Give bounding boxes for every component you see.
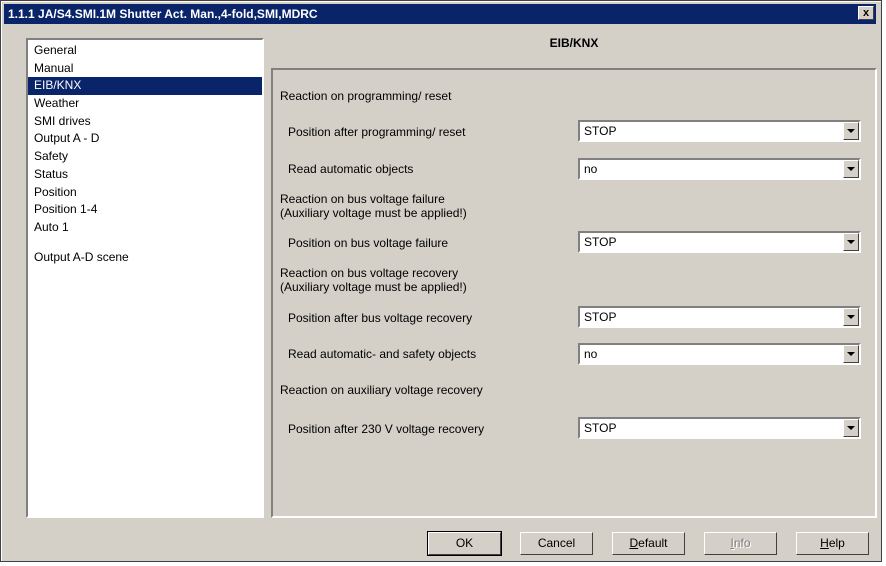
label-position-after-programming: Position after programming/ reset	[288, 125, 466, 139]
sidebar-item-weather[interactable]: Weather	[28, 95, 262, 113]
chevron-down-icon[interactable]	[843, 419, 859, 437]
select-value: no	[584, 347, 598, 361]
select-value: STOP	[584, 124, 617, 138]
section-heading-bus-failure: Reaction on bus voltage failure	[280, 192, 445, 206]
help-mnemonic: H	[820, 536, 829, 550]
label-position-bus-recovery: Position after bus voltage recovery	[288, 311, 473, 325]
info-button: Info	[704, 532, 777, 555]
label-position-bus-failure: Position on bus voltage failure	[288, 236, 449, 250]
parameter-tree: General Manual EIB/KNX Weather SMI drive…	[26, 38, 264, 518]
sidebar-item-safety[interactable]: Safety	[28, 148, 262, 166]
section-heading-aux-recovery: Reaction on auxiliary voltage recovery	[280, 383, 483, 397]
chevron-down-icon[interactable]	[843, 160, 859, 178]
page-title: EIB/KNX	[549, 36, 599, 50]
section-note-bus-failure: (Auxiliary voltage must be applied!)	[280, 206, 467, 220]
sidebar-item-position[interactable]: Position	[28, 184, 262, 202]
section-note-bus-recovery: (Auxiliary voltage must be applied!)	[280, 280, 467, 294]
chevron-down-icon[interactable]	[843, 122, 859, 140]
sidebar-item-general[interactable]: General	[28, 42, 262, 60]
select-value: STOP	[584, 310, 617, 324]
sidebar-item-output-a-d-scene[interactable]: Output A-D scene	[28, 249, 262, 267]
sidebar-item-eib-knx[interactable]: EIB/KNX	[28, 77, 262, 96]
ok-button[interactable]: OK	[427, 531, 502, 556]
position-230v-recovery-select[interactable]: STOP	[578, 417, 861, 439]
sidebar-item-smi-drives[interactable]: SMI drives	[28, 113, 262, 131]
info-label-rest: nfo	[733, 536, 751, 550]
section-heading-programming: Reaction on programming/ reset	[280, 89, 452, 103]
section-heading-bus-recovery: Reaction on bus voltage recovery	[280, 266, 459, 280]
title-bar: 1.1.1 JA/S4.SMI.1M Shutter Act. Man.,4-f…	[4, 4, 876, 24]
chevron-down-icon[interactable]	[843, 308, 859, 326]
sidebar-item-auto-1[interactable]: Auto 1	[28, 219, 262, 237]
label-read-auto-safety: Read automatic- and safety objects	[288, 347, 477, 361]
label-read-automatic-objects: Read automatic objects	[288, 162, 414, 176]
sidebar-item-status[interactable]: Status	[28, 166, 262, 184]
position-bus-failure-select[interactable]: STOP	[578, 231, 861, 253]
default-mnemonic: D	[629, 536, 639, 550]
sidebar-item-position-1-4[interactable]: Position 1-4	[28, 201, 262, 219]
sidebar-item-manual[interactable]: Manual	[28, 60, 262, 78]
chevron-down-icon[interactable]	[843, 233, 859, 251]
label-position-230v-recovery: Position after 230 V voltage recovery	[288, 422, 485, 436]
close-button[interactable]: x	[858, 6, 874, 20]
read-auto-safety-select[interactable]: no	[578, 343, 861, 365]
help-label-rest: elp	[828, 536, 845, 550]
chevron-down-icon[interactable]	[843, 345, 859, 363]
help-button[interactable]: Help	[796, 532, 869, 555]
window-title: 1.1.1 JA/S4.SMI.1M Shutter Act. Man.,4-f…	[8, 7, 318, 21]
default-button[interactable]: Default	[612, 532, 685, 555]
select-value: STOP	[584, 235, 617, 249]
position-bus-recovery-select[interactable]: STOP	[578, 306, 861, 328]
select-value: STOP	[584, 421, 617, 435]
select-value: no	[584, 162, 598, 176]
position-after-programming-select[interactable]: STOP	[578, 120, 861, 142]
sidebar-item-output-a-d[interactable]: Output A - D	[28, 130, 262, 148]
default-label-rest: efault	[638, 536, 668, 550]
cancel-button[interactable]: Cancel	[520, 532, 593, 555]
read-automatic-objects-select[interactable]: no	[578, 158, 861, 180]
